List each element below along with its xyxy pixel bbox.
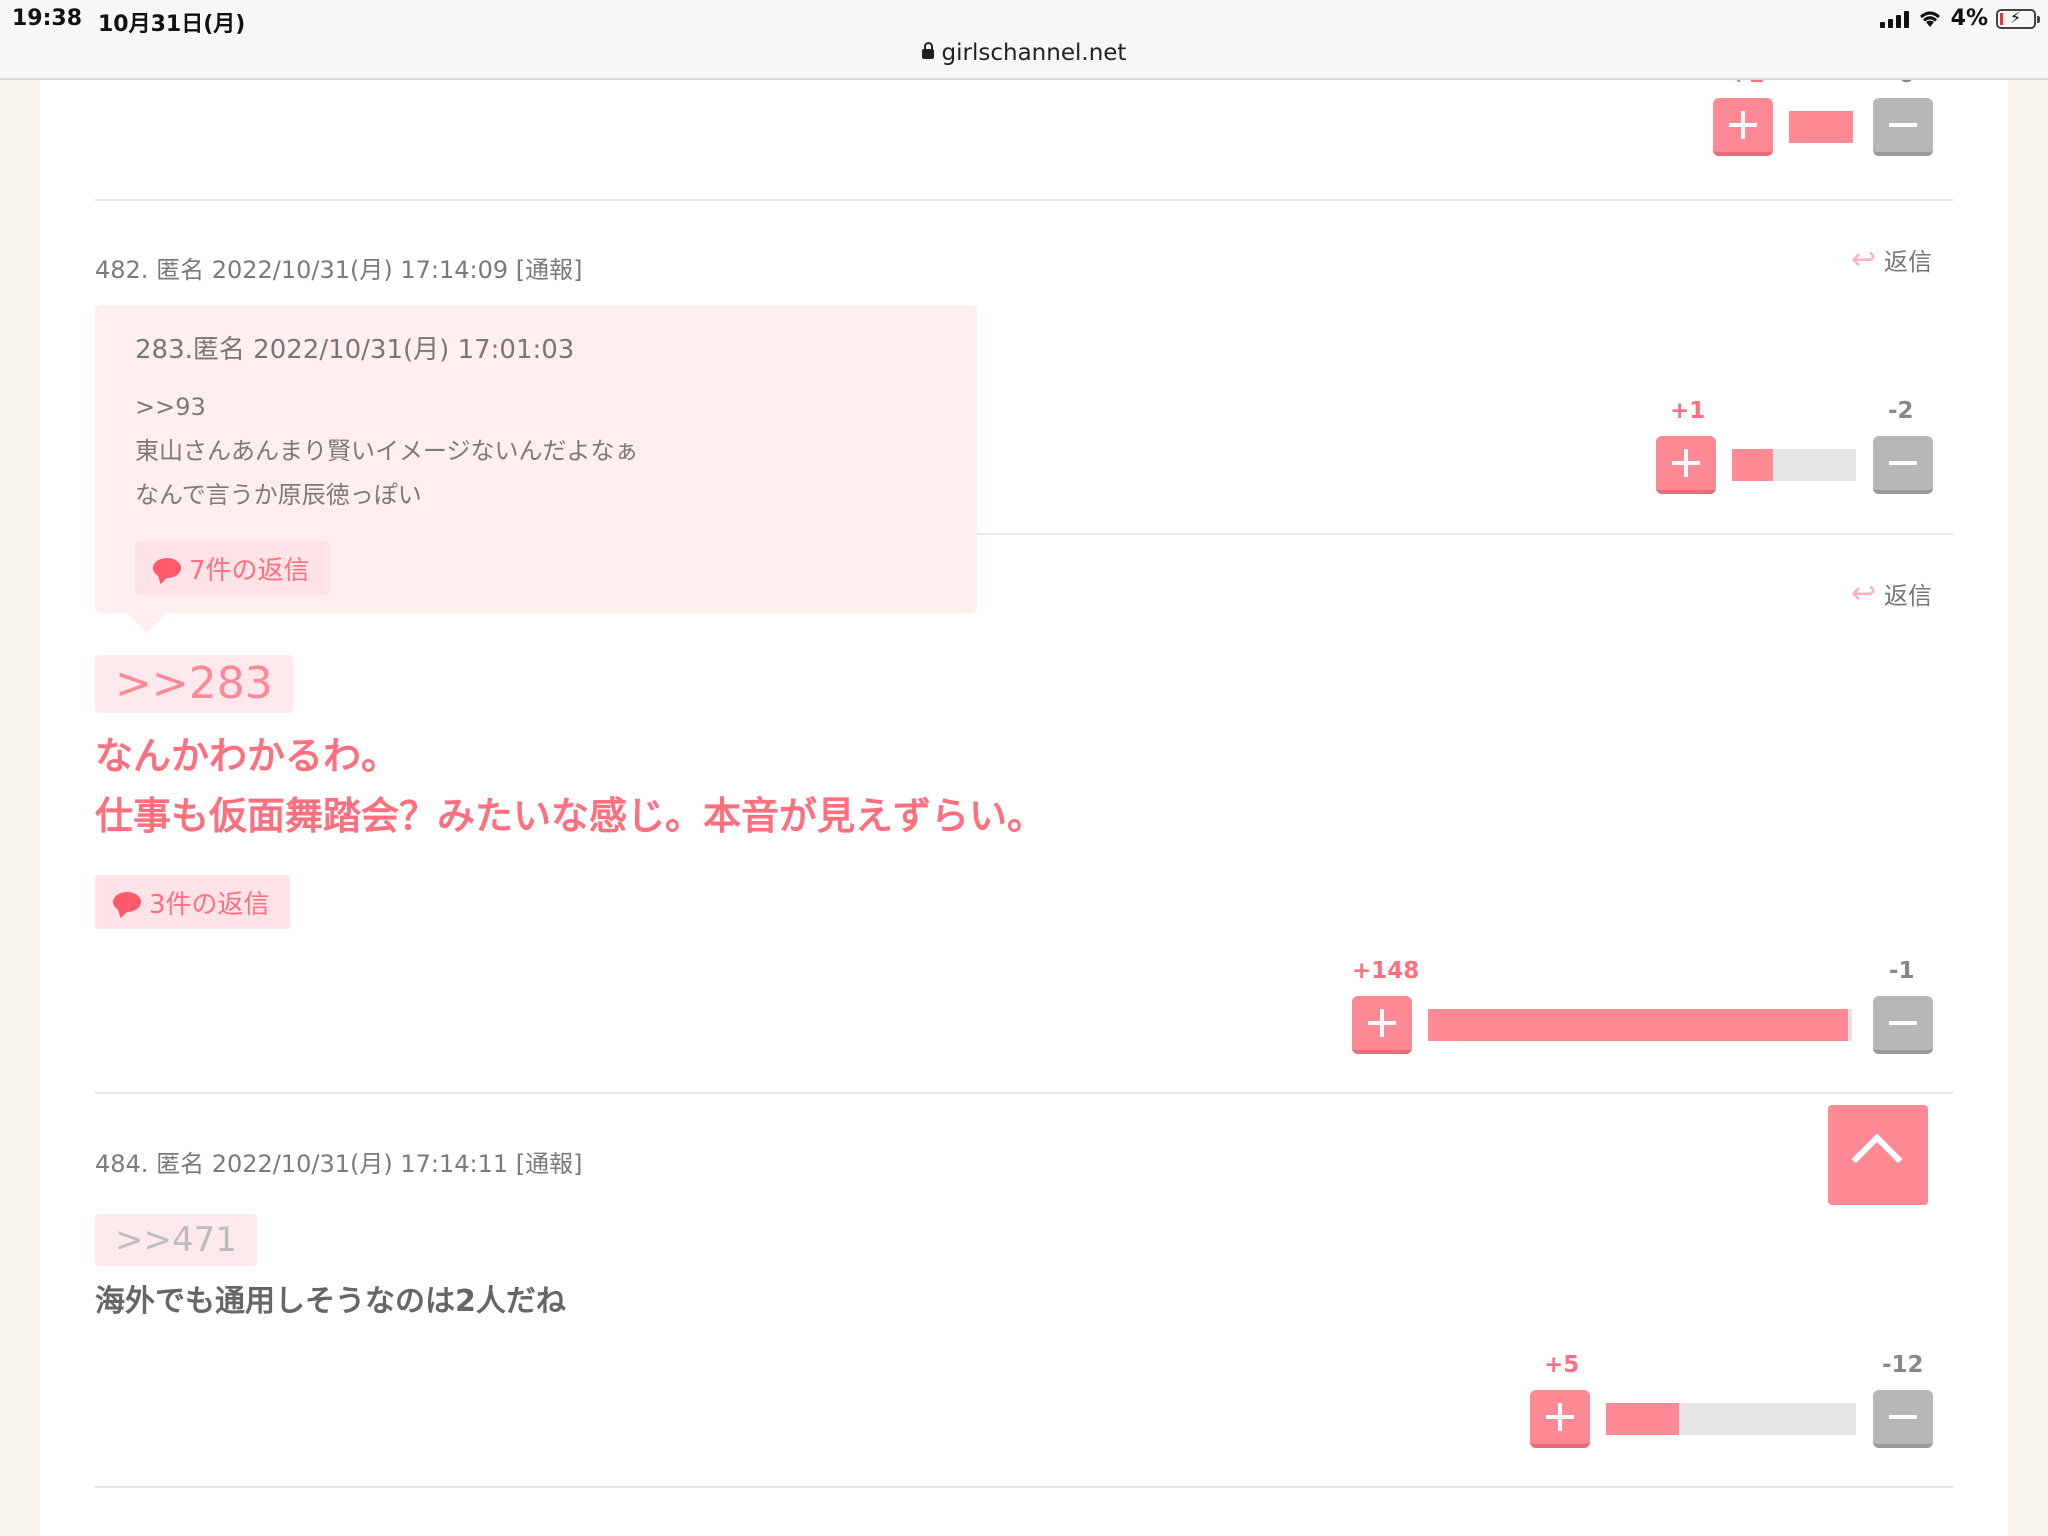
plus-count: +5 (1544, 1352, 1580, 1378)
vote-ratio-bar (1428, 1009, 1852, 1041)
anchor-link[interactable]: >>283 (95, 655, 293, 713)
vote-widget-quoted: +1 -2 (1656, 398, 1933, 498)
minus-button[interactable] (1873, 1390, 1933, 1448)
replies-badge[interactable]: 3件の返信 (95, 875, 290, 929)
replies-badge[interactable]: 7件の返信 (135, 541, 330, 595)
scroll-top-button[interactable] (1828, 1105, 1928, 1205)
status-indicators: 4% ⚡ (1879, 6, 2040, 31)
reply-arrow-icon: ↩ (1850, 241, 1876, 277)
comment-meta: 482. 匿名 2022/10/31(月) 17:14:09 [通報] (95, 256, 583, 284)
comment-line: 仕事も仮面舞踏会？みたいな感じ。本音が見えずらい。 (95, 794, 1046, 838)
battery-percent: 4% (1950, 6, 1988, 31)
minus-button[interactable] (1873, 996, 1933, 1054)
comment-body: 海外でも通用しそうなのは2人だね (95, 1284, 566, 1319)
plus-button[interactable] (1530, 1390, 1590, 1448)
status-bar: 19:38 10月31日(月) 4% ⚡ girlschannel.net (0, 0, 2048, 80)
minus-count: -12 (1882, 1352, 1924, 1378)
minus-button[interactable] (1873, 98, 1933, 156)
plus-count: +1 (1670, 398, 1706, 424)
replies-label: 7件の返信 (189, 555, 310, 586)
quote-body: >>93 東山さんあんまり賢いイメージないんだよなぁ なんで言うか原辰徳っぽい (135, 385, 639, 517)
comment-meta: 484. 匿名 2022/10/31(月) 17:14:11 [通報] (95, 1150, 583, 1178)
reply-label: 返信 (1884, 248, 1932, 276)
reply-button[interactable]: ↩ 返信 (1851, 242, 1932, 277)
wifi-icon (1919, 11, 1940, 27)
quote-line: >>93 (135, 393, 206, 421)
address-bar[interactable]: girlschannel.net (0, 40, 2048, 66)
plus-count: +148 (1352, 958, 1420, 984)
signal-icon (1879, 10, 1909, 28)
quote-line: なんで言うか原辰徳っぽい (135, 481, 422, 509)
url-text: girlschannel.net (941, 40, 1127, 66)
divider (977, 533, 1953, 535)
minus-button[interactable] (1873, 436, 1933, 494)
speech-bubble-icon (113, 892, 141, 912)
plus-button[interactable] (1352, 996, 1412, 1054)
divider (95, 199, 1953, 201)
comment-line: なんかわかるわ。 (95, 734, 400, 778)
reply-button[interactable]: ↩ 返信 (1851, 576, 1932, 611)
lock-icon (921, 42, 934, 59)
vote-widget: +148 -1 (1352, 958, 1933, 1058)
plus-button[interactable] (1713, 98, 1773, 156)
vote-buttons-prev (1713, 98, 1933, 160)
quote-line: 東山さんあんまり賢いイメージないんだよなぁ (135, 437, 639, 465)
divider (95, 1092, 1953, 1094)
clock: 19:38 (12, 6, 83, 31)
vote-ratio-bar (1732, 449, 1856, 481)
divider (95, 1486, 1953, 1488)
reply-label: 返信 (1884, 582, 1932, 610)
minus-count: -1 (1889, 958, 1915, 984)
vote-ratio-bar (1606, 1403, 1856, 1435)
speech-bubble-icon (153, 558, 181, 578)
quote-popup: 283.匿名 2022/10/31(月) 17:01:03 >>93 東山さんあ… (95, 305, 977, 633)
vote-ratio-bar (1789, 111, 1853, 143)
date: 10月31日(月) (98, 12, 246, 37)
anchor-link[interactable]: >>471 (95, 1214, 257, 1266)
vote-widget: +5 -12 (1530, 1352, 1933, 1452)
battery-icon: ⚡ (1996, 8, 2040, 29)
plus-button[interactable] (1656, 436, 1716, 494)
reply-arrow-icon: ↩ (1850, 575, 1876, 611)
minus-count: -2 (1888, 398, 1914, 424)
comment-body: なんかわかるわ。 仕事も仮面舞踏会？みたいな感じ。本音が見えずらい。 (95, 726, 1045, 846)
replies-label: 3件の返信 (149, 889, 270, 920)
chevron-up-icon (1851, 1133, 1903, 1185)
quote-header: 283.匿名 2022/10/31(月) 17:01:03 (135, 335, 575, 365)
